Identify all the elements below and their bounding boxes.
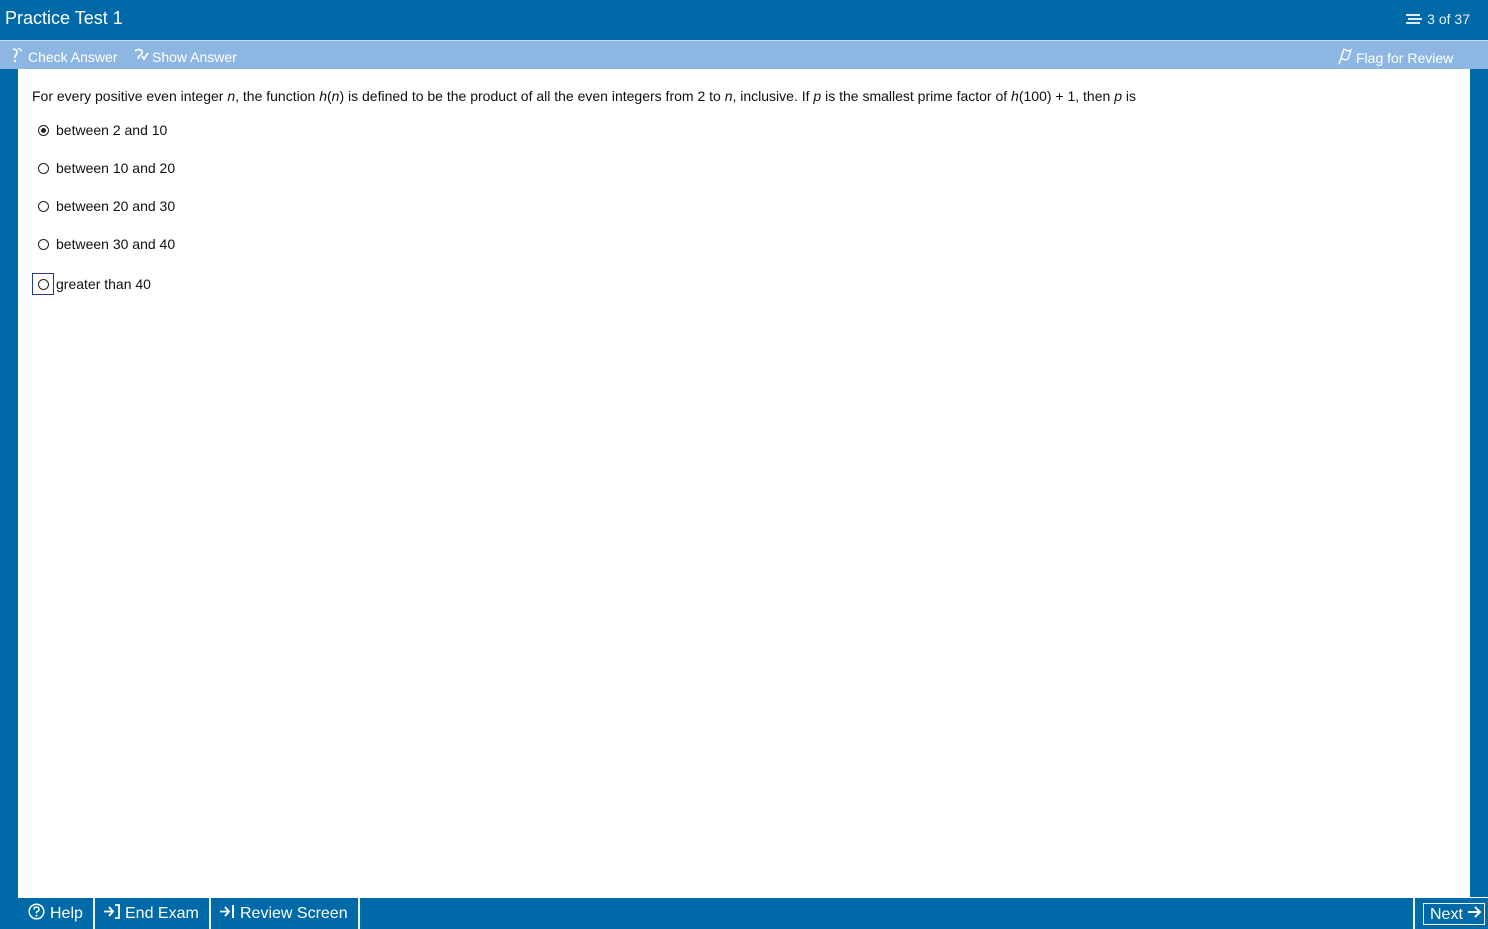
window-title: Practice Test 1: [5, 8, 123, 28]
title-bar: Practice Test 1 3 of 37: [0, 0, 1488, 40]
radio-button[interactable]: [32, 233, 54, 255]
arrow-right-icon: [1467, 905, 1482, 924]
review-screen-icon: [219, 904, 235, 924]
next-button[interactable]: Next: [1413, 898, 1488, 929]
choice-label: between 2 and 10: [56, 122, 168, 138]
answer-choice-2[interactable]: between 10 and 20: [32, 156, 175, 180]
help-circle-icon: [28, 903, 45, 925]
show-answer-icon: [133, 47, 149, 66]
radio-button[interactable]: [32, 273, 54, 295]
end-exam-icon: [103, 904, 120, 924]
review-screen-button[interactable]: Review Screen: [209, 898, 360, 929]
answer-choice-4[interactable]: between 30 and 40: [32, 232, 175, 256]
radio-indicator: [37, 162, 49, 174]
choice-label: greater than 40: [56, 276, 151, 292]
radio-button[interactable]: [32, 195, 54, 217]
next-label: Next: [1430, 905, 1463, 923]
question-text: , the function: [235, 88, 320, 104]
variable-n: n: [227, 88, 236, 104]
radio-indicator: [37, 200, 49, 212]
show-answer-button[interactable]: Show Answer: [133, 47, 237, 66]
footer-bar: Help End Exam Review Screen Next: [18, 897, 1488, 929]
question-text: , inclusive. If: [732, 88, 814, 104]
toolbar: Check Answer Show Answer Flag for Review: [0, 40, 1488, 69]
help-button[interactable]: Help: [18, 898, 95, 929]
check-answer-label: Check Answer: [28, 48, 118, 65]
end-exam-button[interactable]: End Exam: [93, 898, 211, 929]
question-text: For every positive even integer: [32, 88, 228, 104]
answer-choice-5[interactable]: greater than 40: [32, 272, 151, 296]
question-counter-text: 3 of 37: [1427, 11, 1470, 27]
variable-h: h: [1011, 88, 1019, 104]
radio-indicator: [37, 238, 49, 250]
choice-label: between 10 and 20: [56, 160, 176, 176]
question-counter: 3 of 37: [1405, 11, 1470, 27]
variable-h: h: [319, 88, 327, 104]
radio-indicator: [37, 278, 49, 290]
radio-indicator-selected: [37, 124, 49, 136]
radio-button[interactable]: [32, 119, 54, 141]
check-answer-button[interactable]: Check Answer: [9, 47, 117, 66]
flag-for-review-button[interactable]: Flag for Review: [1337, 47, 1453, 68]
flag-icon: [1337, 47, 1353, 68]
end-exam-label: End Exam: [125, 905, 199, 922]
choice-label: between 20 and 30: [56, 198, 176, 214]
next-button-frame: Next: [1423, 903, 1485, 925]
answer-choice-3[interactable]: between 20 and 30: [32, 194, 175, 218]
show-answer-label: Show Answer: [152, 48, 237, 65]
variable-p: p: [1114, 88, 1122, 104]
answer-choice-1[interactable]: between 2 and 10: [32, 118, 167, 142]
question-list-icon: [1405, 12, 1423, 26]
help-label: Help: [50, 905, 83, 922]
question-text: (100) + 1, then: [1018, 88, 1115, 104]
flag-for-review-label: Flag for Review: [1356, 49, 1454, 66]
question-stem: For every positive even integer n, the f…: [32, 88, 1136, 104]
question-text: is: [1121, 88, 1136, 104]
question-text: ) is defined to be the product of all th…: [339, 88, 725, 104]
question-panel: For every positive even integer n, the f…: [18, 69, 1470, 897]
review-screen-label: Review Screen: [240, 905, 348, 922]
choice-label: between 30 and 40: [56, 236, 176, 252]
question-text: is the smallest prime factor of: [821, 88, 1012, 104]
check-answer-icon: [9, 47, 25, 66]
radio-button[interactable]: [32, 157, 54, 179]
